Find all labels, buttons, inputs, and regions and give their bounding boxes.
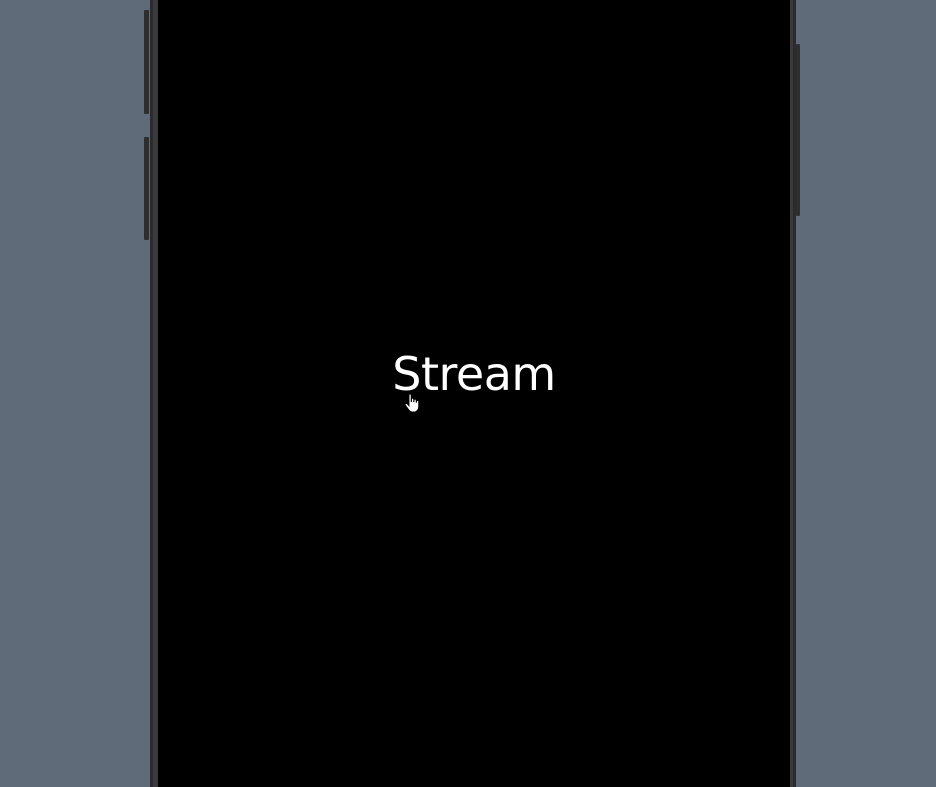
hand-pointer-icon bbox=[404, 394, 420, 413]
volume-up-button[interactable] bbox=[144, 10, 149, 114]
screen-title[interactable]: Stream bbox=[158, 342, 790, 406]
volume-down-button[interactable] bbox=[144, 137, 149, 240]
power-button[interactable] bbox=[796, 44, 800, 216]
simulator-window: Stream bbox=[0, 0, 936, 787]
